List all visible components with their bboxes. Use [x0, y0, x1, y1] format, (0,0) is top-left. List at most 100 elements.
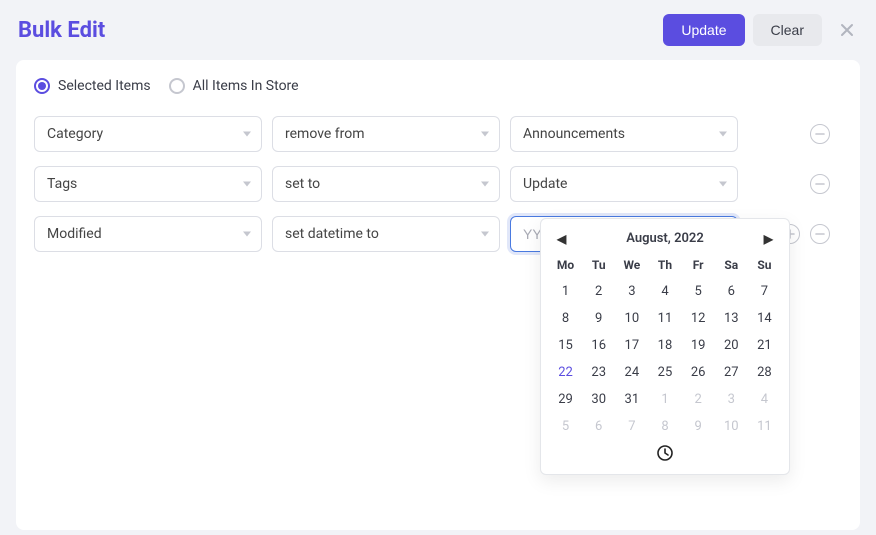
datepicker-grid: MoTuWeThFrSaSu12345678910111213141516171… — [549, 254, 781, 438]
scope-selected-radio[interactable]: Selected Items — [34, 78, 151, 94]
calendar-day: 4 — [748, 388, 781, 411]
clear-button[interactable]: Clear — [753, 14, 822, 46]
action-value: remove from — [285, 126, 365, 142]
action-value: set datetime to — [285, 226, 379, 242]
calendar-day[interactable]: 30 — [582, 388, 615, 411]
dialog-header: Bulk Edit Update Clear — [0, 0, 876, 56]
calendar-day[interactable]: 20 — [715, 334, 748, 357]
calendar-day: 6 — [582, 415, 615, 438]
calendar-day[interactable]: 3 — [615, 280, 648, 303]
action-select[interactable]: remove from — [272, 116, 500, 152]
row-actions — [748, 174, 830, 194]
datepicker-month-label[interactable]: August, 2022 — [626, 231, 704, 246]
calendar-day[interactable]: 12 — [682, 307, 715, 330]
calendar-day[interactable]: 13 — [715, 307, 748, 330]
calendar-day[interactable]: 27 — [715, 361, 748, 384]
calendar-day[interactable]: 18 — [648, 334, 681, 357]
chevron-down-icon — [243, 232, 251, 237]
rule-row: Tags set to Update — [34, 166, 842, 202]
radio-checked-icon — [34, 78, 50, 94]
action-select[interactable]: set datetime to — [272, 216, 500, 252]
calendar-day: 1 — [648, 388, 681, 411]
value-label: Announcements — [523, 126, 625, 142]
field-select[interactable]: Modified — [34, 216, 262, 252]
calendar-day: 10 — [715, 415, 748, 438]
calendar-day[interactable]: 15 — [549, 334, 582, 357]
calendar-day[interactable]: 23 — [582, 361, 615, 384]
dow-label: Mo — [549, 254, 582, 276]
update-button[interactable]: Update — [663, 14, 744, 46]
dow-label: Fr — [682, 254, 715, 276]
calendar-day: 2 — [682, 388, 715, 411]
chevron-down-icon — [481, 132, 489, 137]
field-select[interactable]: Category — [34, 116, 262, 152]
scope-all-label: All Items In Store — [193, 78, 299, 94]
value-select[interactable]: Announcements — [510, 116, 738, 152]
dow-label: Su — [748, 254, 781, 276]
chevron-down-icon — [243, 182, 251, 187]
chevron-down-icon — [481, 232, 489, 237]
field-value: Tags — [47, 176, 77, 192]
datepicker-popup: ◀ August, 2022 ▶ MoTuWeThFrSaSu123456789… — [540, 218, 790, 475]
calendar-day[interactable]: 2 — [582, 280, 615, 303]
datepicker-footer — [549, 438, 781, 466]
clock-icon[interactable] — [656, 444, 674, 462]
calendar-day[interactable]: 14 — [748, 307, 781, 330]
calendar-day[interactable]: 11 — [648, 307, 681, 330]
calendar-day[interactable]: 5 — [682, 280, 715, 303]
calendar-day: 11 — [748, 415, 781, 438]
calendar-day: 9 — [682, 415, 715, 438]
chevron-down-icon — [719, 182, 727, 187]
calendar-day[interactable]: 9 — [582, 307, 615, 330]
next-month-icon[interactable]: ▶ — [764, 232, 773, 246]
dow-label: Tu — [582, 254, 615, 276]
calendar-day[interactable]: 16 — [582, 334, 615, 357]
dow-label: Th — [648, 254, 681, 276]
remove-rule-icon[interactable] — [810, 174, 830, 194]
rule-row: Category remove from Announcements — [34, 116, 842, 152]
calendar-day[interactable]: 22 — [549, 361, 582, 384]
action-select[interactable]: set to — [272, 166, 500, 202]
prev-month-icon[interactable]: ◀ — [557, 232, 566, 246]
calendar-day[interactable]: 1 — [549, 280, 582, 303]
calendar-day[interactable]: 17 — [615, 334, 648, 357]
calendar-day[interactable]: 25 — [648, 361, 681, 384]
calendar-day[interactable]: 10 — [615, 307, 648, 330]
field-select[interactable]: Tags — [34, 166, 262, 202]
field-value: Category — [47, 126, 103, 142]
radio-unchecked-icon — [169, 78, 185, 94]
calendar-day: 8 — [648, 415, 681, 438]
calendar-day[interactable]: 6 — [715, 280, 748, 303]
calendar-day[interactable]: 8 — [549, 307, 582, 330]
remove-rule-icon[interactable] — [810, 224, 830, 244]
dow-label: Sa — [715, 254, 748, 276]
page-title: Bulk Edit — [18, 18, 655, 43]
calendar-day[interactable]: 19 — [682, 334, 715, 357]
calendar-day[interactable]: 4 — [648, 280, 681, 303]
calendar-day[interactable]: 7 — [748, 280, 781, 303]
datepicker-header: ◀ August, 2022 ▶ — [549, 229, 781, 254]
close-icon[interactable] — [838, 21, 856, 39]
calendar-day[interactable]: 31 — [615, 388, 648, 411]
calendar-day[interactable]: 24 — [615, 361, 648, 384]
chevron-down-icon — [719, 132, 727, 137]
value-label: Update — [523, 176, 567, 192]
chevron-down-icon — [243, 132, 251, 137]
calendar-day: 7 — [615, 415, 648, 438]
scope-selected-label: Selected Items — [58, 78, 151, 94]
scope-radio-group: Selected Items All Items In Store — [34, 78, 842, 94]
calendar-day: 5 — [549, 415, 582, 438]
row-actions — [748, 124, 830, 144]
calendar-day: 3 — [715, 388, 748, 411]
chevron-down-icon — [481, 182, 489, 187]
scope-all-radio[interactable]: All Items In Store — [169, 78, 299, 94]
action-value: set to — [285, 176, 320, 192]
calendar-day[interactable]: 29 — [549, 388, 582, 411]
remove-rule-icon[interactable] — [810, 124, 830, 144]
field-value: Modified — [47, 226, 102, 242]
calendar-day[interactable]: 21 — [748, 334, 781, 357]
dow-label: We — [615, 254, 648, 276]
value-select[interactable]: Update — [510, 166, 738, 202]
calendar-day[interactable]: 28 — [748, 361, 781, 384]
calendar-day[interactable]: 26 — [682, 361, 715, 384]
